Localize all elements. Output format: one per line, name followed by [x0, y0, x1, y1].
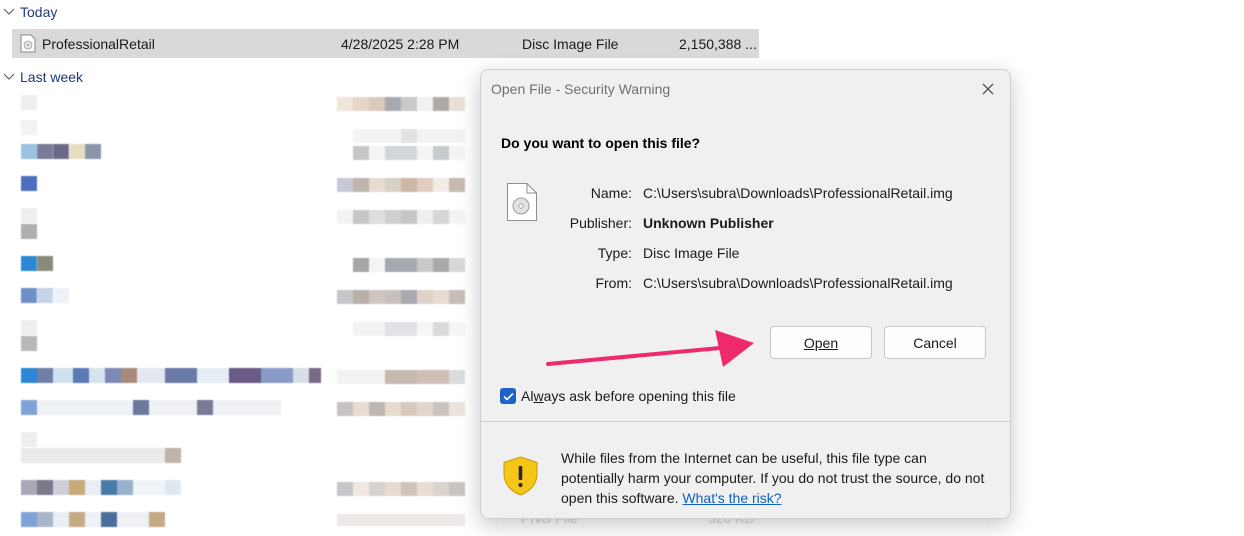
screen: Today ProfessionalRetail 4/28/2025 2:28 …	[0, 0, 1244, 536]
dialog-question: Do you want to open this file?	[501, 135, 701, 151]
whats-the-risk-link[interactable]: What's the risk?	[682, 490, 781, 506]
label-part: ays ask before opening this file	[543, 388, 736, 404]
open-button-label: Open	[803, 334, 839, 351]
dialog-divider	[481, 421, 1010, 422]
security-warning-dialog: Open File - Security Warning Do you want…	[480, 69, 1011, 519]
type-label: Type:	[597, 245, 632, 261]
close-icon[interactable]	[976, 77, 1000, 101]
from-label: From:	[595, 275, 632, 291]
type-value: Disc Image File	[643, 245, 740, 261]
group-header-last-week[interactable]: Last week	[0, 66, 83, 88]
chevron-down-icon[interactable]	[1, 69, 17, 85]
name-value: C:\Users\subra\Downloads\ProfessionalRet…	[643, 185, 953, 201]
group-header-today[interactable]: Today	[0, 1, 57, 23]
always-ask-checkbox-row[interactable]: Always ask before opening this file	[500, 388, 736, 404]
warning-message: While files from the Internet can be use…	[561, 448, 991, 508]
file-date: 4/28/2025 2:28 PM	[341, 36, 460, 52]
file-type: Disc Image File	[522, 36, 619, 52]
from-value: C:\Users\subra\Downloads\ProfessionalRet…	[643, 275, 953, 291]
file-row-selected[interactable]: ProfessionalRetail 4/28/2025 2:28 PM Dis…	[12, 29, 759, 58]
name-label: Name:	[590, 185, 632, 201]
always-ask-checkbox[interactable]	[500, 388, 516, 404]
group-label: Today	[20, 4, 58, 20]
publisher-value: Unknown Publisher	[643, 215, 774, 231]
checkmark-icon	[502, 392, 514, 401]
publisher-label: Publisher:	[569, 215, 632, 231]
file-name: ProfessionalRetail	[42, 36, 155, 52]
group-label: Last week	[20, 69, 84, 85]
label-part: Al	[521, 388, 534, 404]
open-button[interactable]: Open	[770, 326, 872, 359]
label-accesskey: w	[533, 388, 544, 404]
cancel-button[interactable]: Cancel	[884, 326, 986, 359]
annotation-arrow	[546, 330, 754, 367]
cancel-button-label: Cancel	[913, 334, 957, 351]
dialog-title: Open File - Security Warning	[491, 81, 671, 97]
disc-file-icon	[20, 34, 36, 53]
shield-warning-icon	[502, 456, 539, 496]
always-ask-label: Always ask before opening this file	[521, 388, 736, 404]
file-size: 2,150,388 ...	[679, 36, 757, 52]
chevron-down-icon[interactable]	[1, 4, 17, 20]
